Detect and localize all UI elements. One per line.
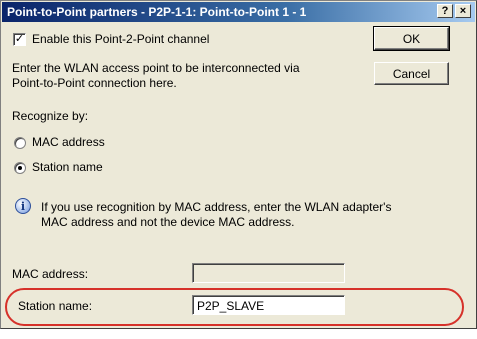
checkmark-icon: ✓ xyxy=(14,33,25,45)
enable-channel-label[interactable]: Enable this Point-2-Point channel xyxy=(32,32,209,47)
info-icon: i xyxy=(15,198,31,214)
mac-address-input xyxy=(192,263,345,283)
instructions-line-1: Enter the WLAN access point to be interc… xyxy=(12,61,300,75)
info-text-line-1: If you use recognition by MAC address, e… xyxy=(41,200,392,214)
info-text-line-2: MAC address and not the device MAC addre… xyxy=(41,215,295,229)
radio-mac-address[interactable] xyxy=(14,137,26,149)
cancel-button[interactable]: Cancel xyxy=(374,62,449,85)
window-title: Point-to-Point partners - P2P-1-1: Point… xyxy=(7,5,307,19)
radio-station-name[interactable] xyxy=(14,162,26,174)
recognize-heading: Recognize by: xyxy=(12,109,89,123)
instructions-line-2: Point-to-Point connection here. xyxy=(12,76,177,90)
dialog-window: Point-to-Point partners - P2P-1-1: Point… xyxy=(0,0,477,329)
close-icon[interactable]: × xyxy=(455,4,471,18)
mac-address-label: MAC address: xyxy=(12,267,89,281)
radio-selected-dot xyxy=(18,166,22,170)
title-bar: Point-to-Point partners - P2P-1-1: Point… xyxy=(2,2,475,22)
enable-channel-checkbox[interactable]: ✓ xyxy=(13,33,26,46)
help-icon[interactable]: ? xyxy=(437,4,453,18)
radio-mac-address-label[interactable]: MAC address xyxy=(32,135,105,150)
highlight-annotation xyxy=(5,288,464,326)
ok-button[interactable]: OK xyxy=(373,26,450,51)
radio-station-name-label[interactable]: Station name xyxy=(32,160,103,175)
